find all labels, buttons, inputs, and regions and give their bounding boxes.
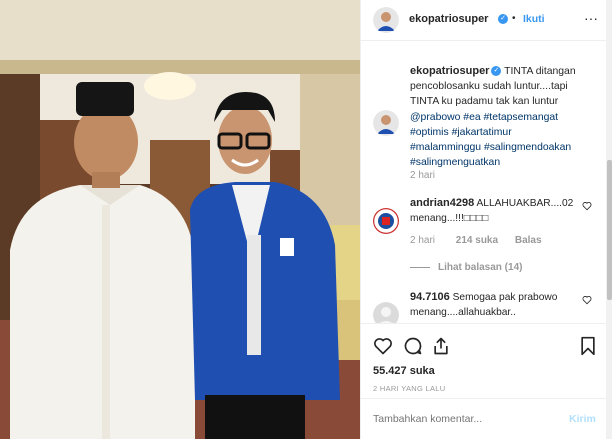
avatar[interactable]: [373, 7, 399, 33]
comments-area[interactable]: ekopatriosuper ✓ TINTA ditangan pencoblos…: [361, 40, 606, 323]
post-header: ekopatriosuper ✓ • Ikuti ···: [361, 0, 606, 41]
comment-username[interactable]: andrian4298: [410, 197, 474, 209]
more-icon[interactable]: ···: [584, 10, 598, 26]
hashtag[interactable]: #tetapsemangat: [484, 112, 559, 123]
comment-likes[interactable]: 214 suka: [456, 235, 498, 246]
post-actions: 55.427 suka 2 HARI YANG LALU: [361, 323, 606, 399]
comment-meta: 2 hari 214 suka Balas: [410, 235, 542, 246]
hashtag[interactable]: #salingmenguatkan: [410, 157, 500, 168]
share-icon[interactable]: [431, 336, 451, 361]
replies-divider: [410, 266, 430, 268]
header-username[interactable]: ekopatriosuper: [409, 13, 488, 25]
follow-button[interactable]: Ikuti: [523, 13, 545, 25]
hashtag[interactable]: #ea: [463, 112, 480, 123]
header-separator: •: [512, 13, 516, 24]
caption-verified-icon: ✓: [491, 66, 502, 77]
scrollbar-thumb[interactable]: [607, 160, 612, 300]
caption-mention[interactable]: @prabowo: [410, 112, 460, 123]
comment-avatar[interactable]: [373, 302, 399, 323]
comment: andrian4298 ALLAHUAKBAR....02 menang...!…: [410, 196, 580, 226]
comment-icon[interactable]: [403, 336, 423, 361]
caption-avatar[interactable]: [373, 110, 399, 136]
heart-icon[interactable]: [373, 336, 393, 361]
reply-button[interactable]: Balas: [515, 235, 542, 246]
scrollbar[interactable]: [606, 0, 612, 439]
caption-time[interactable]: 2 hari: [410, 170, 435, 181]
view-replies[interactable]: Lihat balasan (14): [410, 262, 522, 273]
view-replies-label[interactable]: Lihat balasan (14): [438, 262, 522, 273]
comment-input[interactable]: [373, 409, 553, 429]
comment-username[interactable]: 94.7106: [410, 291, 450, 303]
post-timestamp[interactable]: 2 HARI YANG LALU: [373, 384, 445, 393]
post-comment-button[interactable]: Kirim: [569, 413, 596, 425]
hashtag[interactable]: #jakartatimur: [452, 127, 512, 138]
photo-image: [0, 0, 360, 439]
bookmark-icon[interactable]: [579, 336, 597, 361]
likes-count[interactable]: 55.427 suka: [373, 365, 435, 377]
hashtag[interactable]: #malamminggu: [410, 142, 481, 153]
comment: 94.7106 Semogaa pak prabowo menang....al…: [410, 290, 580, 320]
add-comment-bar: Kirim: [361, 398, 606, 439]
comment-like-icon[interactable]: [582, 201, 592, 214]
comment-time[interactable]: 2 hari: [410, 235, 435, 246]
post-side-panel: ekopatriosuper ✓ • Ikuti ··· ekopatriosu…: [360, 0, 612, 439]
verified-icon: ✓: [498, 14, 508, 24]
caption: ekopatriosuper ✓ TINTA ditangan pencoblos…: [410, 64, 596, 170]
comment-like-icon[interactable]: [582, 295, 592, 308]
comment-avatar[interactable]: [373, 208, 399, 234]
caption-username[interactable]: ekopatriosuper: [410, 65, 489, 77]
post-photo[interactable]: [0, 0, 360, 439]
hashtag[interactable]: #optimis: [410, 127, 449, 138]
hashtag[interactable]: #saling­mendoakan: [484, 142, 571, 153]
